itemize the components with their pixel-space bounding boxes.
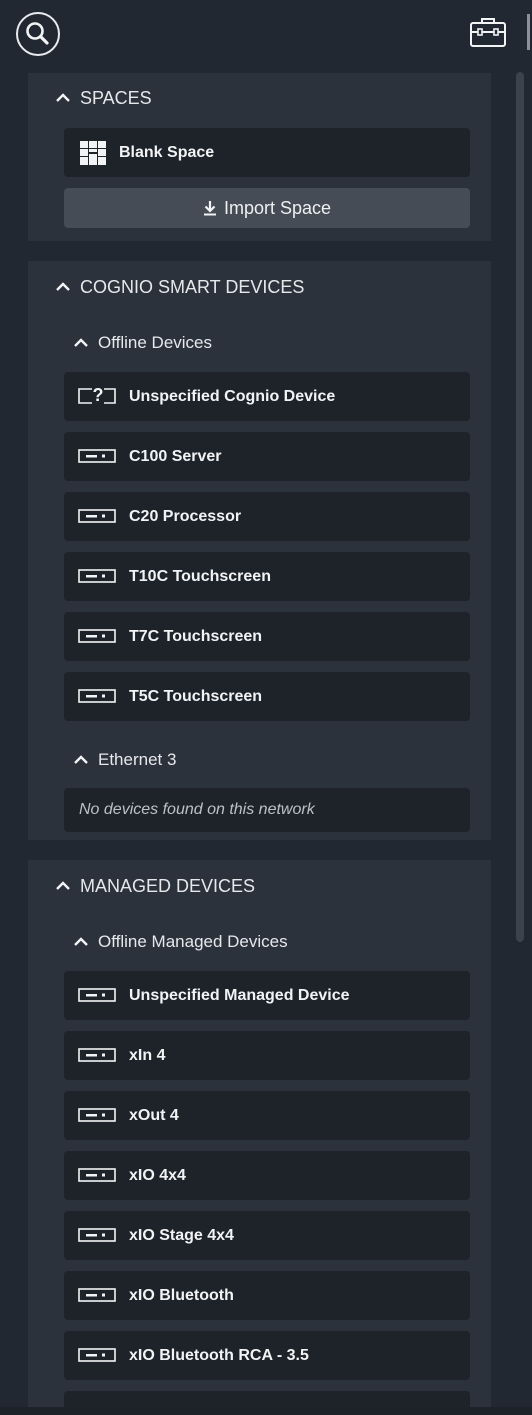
device-icon xyxy=(78,569,116,583)
device-label: xIO Bluetooth xyxy=(129,1286,234,1304)
network-title: Ethernet 3 xyxy=(98,750,177,769)
import-space-label: Import Space xyxy=(223,197,332,218)
device-label: xIO 4x4 xyxy=(129,1166,186,1184)
device-item[interactable]: T7C Touchscreen xyxy=(64,612,470,661)
import-space-button[interactable]: Import Space xyxy=(64,188,470,228)
device-label: T10C Touchscreen xyxy=(129,567,271,585)
device-label: T5C Touchscreen xyxy=(129,687,263,705)
chevron-up-icon xyxy=(56,93,70,102)
empty-network-text: No devices found on this network xyxy=(79,801,315,818)
device-label: xIn 4 xyxy=(129,1046,166,1064)
device-item[interactable]: C100 Server xyxy=(64,432,470,481)
toolbox-icon xyxy=(470,18,506,47)
device-item[interactable]: xOut 4 xyxy=(64,1091,470,1140)
spaces-header[interactable]: SPACES xyxy=(54,84,152,112)
device-icon xyxy=(78,629,116,643)
managed-devices-section: MANAGED DEVICES Offline Managed Devices … xyxy=(28,860,491,1407)
unknown-device-icon: ? xyxy=(78,387,116,405)
empty-network-message: No devices found on this network xyxy=(64,788,470,832)
offline-devices-header[interactable]: Offline Devices xyxy=(72,329,212,357)
search-icon xyxy=(26,22,49,45)
device-item[interactable]: ? Unspecified Cognio Device xyxy=(64,372,470,421)
device-item[interactable]: xIO Bluetooth RCA - 3.5 xyxy=(64,1331,470,1380)
chevron-up-icon xyxy=(56,881,70,890)
toolbox-button[interactable] xyxy=(468,14,508,50)
device-item[interactable]: T5C Touchscreen xyxy=(64,672,470,721)
bottom-bar xyxy=(0,1407,532,1415)
offline-devices-title: Offline Devices xyxy=(98,333,213,352)
device-icon xyxy=(78,1108,116,1122)
spaces-section: SPACES Blank Space Import Space xyxy=(28,73,491,241)
device-icon xyxy=(78,1168,116,1182)
managed-devices-header[interactable]: MANAGED DEVICES xyxy=(54,872,255,900)
device-item[interactable]: xIO 4x4 xyxy=(64,1151,470,1200)
device-label: xIO Stage 4x4 xyxy=(129,1226,234,1244)
device-item[interactable] xyxy=(64,1391,470,1407)
network-header[interactable]: Ethernet 3 xyxy=(72,746,176,774)
chevron-up-icon xyxy=(74,937,88,946)
device-icon xyxy=(78,1288,116,1302)
device-icon xyxy=(78,509,116,523)
device-label: Unspecified Cognio Device xyxy=(129,387,336,405)
device-item[interactable]: xIn 4 xyxy=(64,1031,470,1080)
device-label: C20 Processor xyxy=(129,507,242,525)
device-icon xyxy=(78,988,116,1002)
device-label: Unspecified Managed Device xyxy=(129,986,350,1004)
blank-space-label: Blank Space xyxy=(119,143,215,161)
device-label: xOut 4 xyxy=(129,1106,179,1124)
device-item[interactable]: xIO Stage 4x4 xyxy=(64,1211,470,1260)
chevron-up-icon xyxy=(56,282,70,291)
window-edge xyxy=(527,14,530,50)
device-icon xyxy=(78,1048,116,1062)
device-icon xyxy=(78,1348,116,1362)
managed-devices-title: MANAGED DEVICES xyxy=(80,875,256,896)
device-label: C100 Server xyxy=(129,447,222,465)
chevron-up-icon xyxy=(74,755,88,764)
blank-space-icon xyxy=(80,141,106,165)
device-item[interactable]: xIO Bluetooth xyxy=(64,1271,470,1320)
svg-text:?: ? xyxy=(93,387,104,405)
cognio-devices-section: COGNIO SMART DEVICES Offline Devices ? U… xyxy=(28,261,491,840)
device-item[interactable]: Unspecified Managed Device xyxy=(64,971,470,1020)
device-label: T7C Touchscreen xyxy=(129,627,263,645)
download-icon xyxy=(203,201,216,216)
device-icon xyxy=(78,449,116,463)
offline-managed-title: Offline Managed Devices xyxy=(98,932,288,951)
scrollbar-thumb[interactable] xyxy=(516,72,524,942)
top-toolbar xyxy=(0,0,532,70)
device-library-panel: SPACES Blank Space Import Space COGNIO S… xyxy=(0,70,532,1407)
blank-space-item[interactable]: Blank Space xyxy=(64,128,470,177)
cognio-devices-title: COGNIO SMART DEVICES xyxy=(80,276,305,297)
chevron-up-icon xyxy=(74,338,88,347)
device-label: xIO Bluetooth RCA - 3.5 xyxy=(129,1346,309,1364)
device-icon xyxy=(78,1228,116,1242)
search-button[interactable] xyxy=(16,12,60,56)
cognio-devices-header[interactable]: COGNIO SMART DEVICES xyxy=(54,273,304,301)
device-icon xyxy=(78,689,116,703)
device-item[interactable]: T10C Touchscreen xyxy=(64,552,470,601)
offline-managed-header[interactable]: Offline Managed Devices xyxy=(72,928,288,956)
device-item[interactable]: C20 Processor xyxy=(64,492,470,541)
spaces-title: SPACES xyxy=(80,87,152,108)
